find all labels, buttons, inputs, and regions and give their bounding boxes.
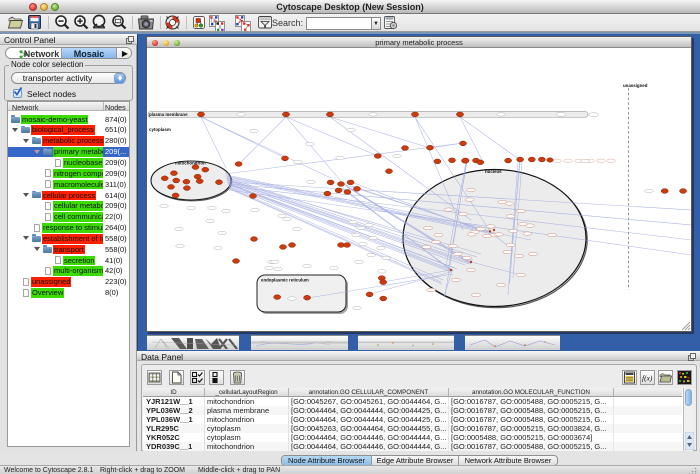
- svg-text:nucleus: nucleus: [485, 169, 502, 174]
- svg-text:endoplasmic reticulum: endoplasmic reticulum: [261, 278, 309, 283]
- svg-text:f(x): f(x): [642, 374, 653, 383]
- svg-text:unassigned: unassigned: [623, 83, 648, 88]
- svg-text:plasma membrane: plasma membrane: [149, 112, 188, 117]
- svg-text:mitochondrion: mitochondrion: [175, 161, 206, 166]
- svg-text:cytoplasm: cytoplasm: [149, 127, 171, 132]
